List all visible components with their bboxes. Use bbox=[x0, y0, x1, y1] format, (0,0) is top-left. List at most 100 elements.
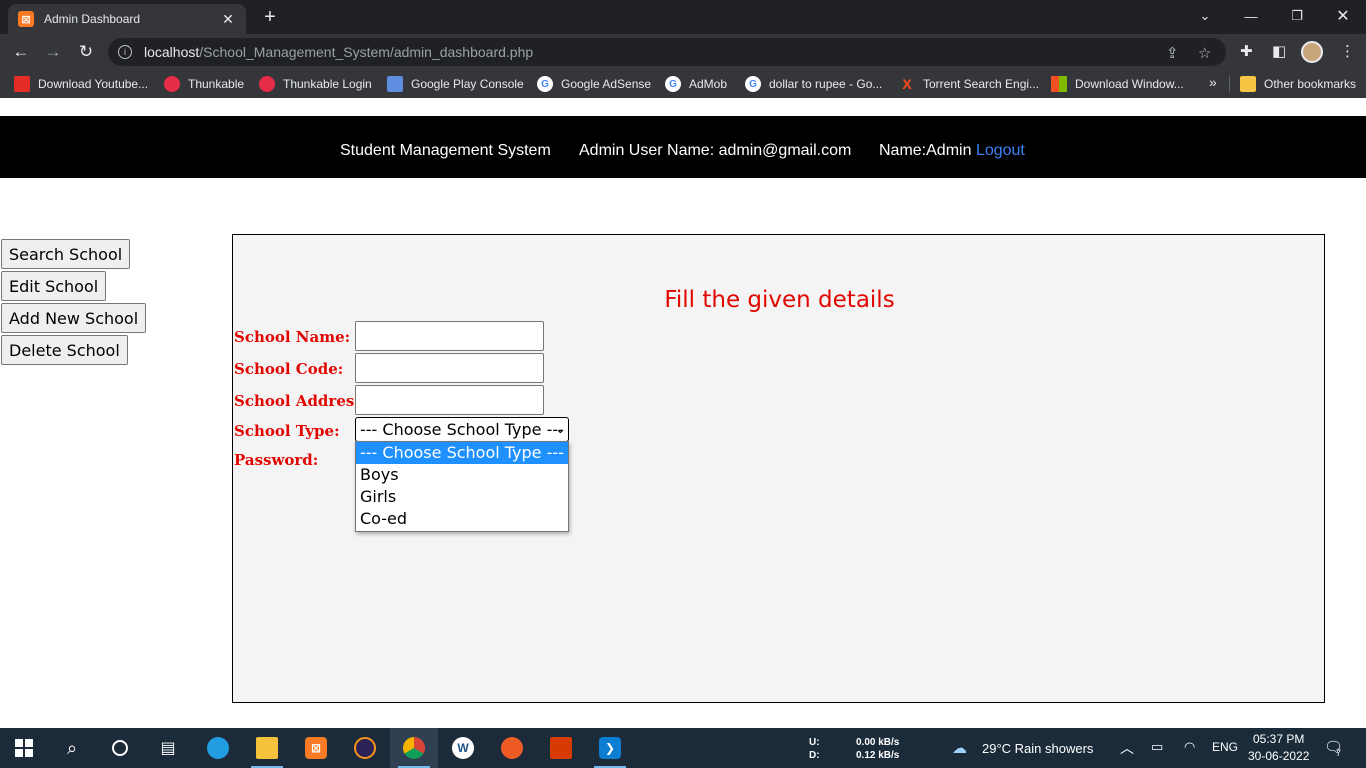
page-content: Student Management System Admin User Nam… bbox=[0, 98, 1366, 728]
chrome-icon[interactable] bbox=[390, 728, 438, 768]
notification-count: 7 bbox=[1336, 748, 1342, 758]
eclipse-icon[interactable] bbox=[341, 728, 389, 768]
net-download-speed: 0.12 kB/s bbox=[856, 750, 900, 761]
bookmark-label: dollar to rupee - Go... bbox=[769, 77, 883, 91]
search-school-button[interactable]: Search School bbox=[1, 239, 131, 269]
torrent-icon: X bbox=[902, 76, 912, 92]
restore-icon[interactable]: ❐ bbox=[1274, 0, 1320, 32]
forward-arrow-icon[interactable]: → bbox=[42, 42, 64, 62]
bookmark-label: Download Window... bbox=[1075, 77, 1184, 91]
side-panel-icon[interactable]: ◧ bbox=[1272, 42, 1286, 60]
site-info-icon[interactable]: i bbox=[118, 45, 132, 59]
bookmark-label: AdMob bbox=[689, 77, 728, 91]
bookmark-star-icon[interactable]: ☆ bbox=[1198, 44, 1211, 62]
bookmark-label: Thunkable bbox=[188, 77, 245, 91]
edge-icon[interactable] bbox=[194, 728, 242, 768]
other-bookmarks-label: Other bookmarks bbox=[1264, 77, 1357, 91]
minimize-icon[interactable]: — bbox=[1228, 0, 1274, 32]
wifi-icon[interactable]: ◠ bbox=[1184, 739, 1195, 755]
logout-link[interactable]: Logout bbox=[976, 142, 1025, 159]
bookmarks-divider bbox=[1229, 76, 1230, 92]
bookmark-item[interactable]: Thunkable Login bbox=[259, 76, 372, 92]
bookmark-item[interactable]: Download Window... bbox=[1051, 76, 1184, 92]
bookmark-item[interactable]: Download Youtube... bbox=[14, 76, 148, 92]
school-type-option[interactable]: --- Choose School Type --- bbox=[356, 442, 568, 464]
reload-icon[interactable]: ↻ bbox=[75, 42, 97, 62]
new-tab-button[interactable]: + bbox=[258, 6, 282, 29]
xampp-icon[interactable]: ⊠ bbox=[292, 728, 340, 768]
weather-text[interactable]: 29°C Rain showers bbox=[982, 741, 1093, 756]
clock-date[interactable]: 30-06-2022 bbox=[1248, 749, 1309, 763]
battery-icon[interactable]: ▭ bbox=[1151, 739, 1163, 755]
school-name-input[interactable] bbox=[355, 321, 544, 351]
search-icon[interactable]: ⌕ bbox=[48, 728, 96, 768]
clock-time[interactable]: 05:37 PM bbox=[1253, 732, 1304, 746]
vscode-icon[interactable]: ❯ bbox=[586, 728, 634, 768]
school-code-label: School Code: bbox=[234, 360, 344, 378]
bookmark-item[interactable]: X Torrent Search Engi... bbox=[899, 76, 1039, 92]
school-type-select[interactable]: --- Choose School Type --- ⌄ bbox=[355, 417, 569, 442]
weather-rain-icon[interactable]: ☁ bbox=[952, 739, 967, 757]
profile-avatar[interactable] bbox=[1301, 41, 1323, 63]
windows-start-icon bbox=[15, 739, 33, 757]
office-icon[interactable] bbox=[537, 728, 585, 768]
bookmarks-overflow-button[interactable]: » bbox=[1209, 74, 1217, 90]
address-bar[interactable]: i localhost/School_Management_System/adm… bbox=[108, 38, 1226, 66]
other-bookmarks[interactable]: Other bookmarks bbox=[1240, 76, 1356, 92]
close-tab-icon[interactable]: ✕ bbox=[220, 11, 236, 28]
word-processor-icon[interactable]: W bbox=[439, 728, 487, 768]
school-address-label: School Address: bbox=[234, 392, 369, 410]
school-address-input[interactable] bbox=[355, 385, 544, 415]
site-header: Student Management System Admin User Nam… bbox=[0, 116, 1366, 178]
school-type-option[interactable]: Boys bbox=[356, 464, 568, 486]
bookmark-label: Thunkable Login bbox=[283, 77, 372, 91]
show-hidden-icons-chevron-icon[interactable]: ︿ bbox=[1120, 738, 1134, 758]
bookmark-item[interactable]: Thunkable bbox=[164, 76, 244, 92]
url-path: /School_Management_System/admin_dashboar… bbox=[199, 44, 534, 60]
file-explorer-icon[interactable] bbox=[243, 728, 291, 768]
net-download-label: D: bbox=[809, 750, 820, 761]
bookmark-item[interactable]: G Google AdSense bbox=[537, 76, 651, 92]
thunkable-icon bbox=[164, 76, 180, 92]
net-upload-label: U: bbox=[809, 737, 820, 748]
school-type-option[interactable]: Girls bbox=[356, 486, 568, 508]
bookmark-item[interactable]: Google Play Console bbox=[387, 76, 524, 92]
youtube-downloader-icon bbox=[14, 76, 30, 92]
school-name-label: School Name: bbox=[234, 328, 351, 346]
school-type-selected-value: --- Choose School Type --- bbox=[360, 420, 564, 439]
close-window-icon[interactable]: ✕ bbox=[1320, 0, 1366, 32]
back-arrow-icon[interactable]: ← bbox=[10, 42, 32, 62]
admin-username: Admin User Name: admin@gmail.com bbox=[579, 142, 852, 159]
school-form: Fill the given details School Name: Scho… bbox=[232, 234, 1325, 703]
chevron-down-icon: ⌄ bbox=[555, 423, 565, 436]
windows-icon bbox=[1051, 76, 1067, 92]
browser-toolbar: ← → ↻ i localhost/School_Management_Syst… bbox=[0, 34, 1366, 70]
bookmark-item[interactable]: G dollar to rupee - Go... bbox=[745, 76, 882, 92]
bookmark-item[interactable]: G AdMob bbox=[665, 76, 727, 92]
bookmark-label: Google Play Console bbox=[411, 77, 524, 91]
bookmark-label: Google AdSense bbox=[561, 77, 652, 91]
bookmark-label: Download Youtube... bbox=[38, 77, 149, 91]
school-type-label: School Type: bbox=[234, 422, 340, 440]
extensions-puzzle-icon[interactable]: ✚ bbox=[1240, 42, 1253, 60]
chrome-menu-icon[interactable]: ⋮ bbox=[1340, 42, 1355, 60]
share-icon[interactable]: ⇪ bbox=[1166, 44, 1179, 62]
delete-school-button[interactable]: Delete School bbox=[1, 335, 128, 365]
add-new-school-button[interactable]: Add New School bbox=[1, 303, 147, 333]
bookmark-label: Torrent Search Engi... bbox=[923, 77, 1040, 91]
postman-icon[interactable] bbox=[488, 728, 536, 768]
school-type-dropdown: --- Choose School Type --- Boys Girls Co… bbox=[355, 441, 569, 532]
tab-search-chevron-icon[interactable]: ⌄ bbox=[1182, 0, 1228, 32]
tab-admin-dashboard[interactable]: ⊠ Admin Dashboard ✕ bbox=[8, 4, 246, 34]
cortana-icon[interactable] bbox=[96, 728, 144, 768]
start-button[interactable] bbox=[0, 728, 48, 768]
school-type-option[interactable]: Co-ed bbox=[356, 508, 568, 530]
play-console-icon bbox=[387, 76, 403, 92]
edit-school-button[interactable]: Edit School bbox=[1, 271, 107, 301]
url-host: localhost bbox=[144, 44, 200, 60]
task-view-icon[interactable]: ▤ bbox=[144, 728, 192, 768]
form-title: Fill the given details bbox=[664, 287, 895, 313]
language-indicator[interactable]: ENG bbox=[1212, 740, 1238, 754]
admin-name-text: Name:Admin bbox=[879, 142, 972, 159]
school-code-input[interactable] bbox=[355, 353, 544, 383]
